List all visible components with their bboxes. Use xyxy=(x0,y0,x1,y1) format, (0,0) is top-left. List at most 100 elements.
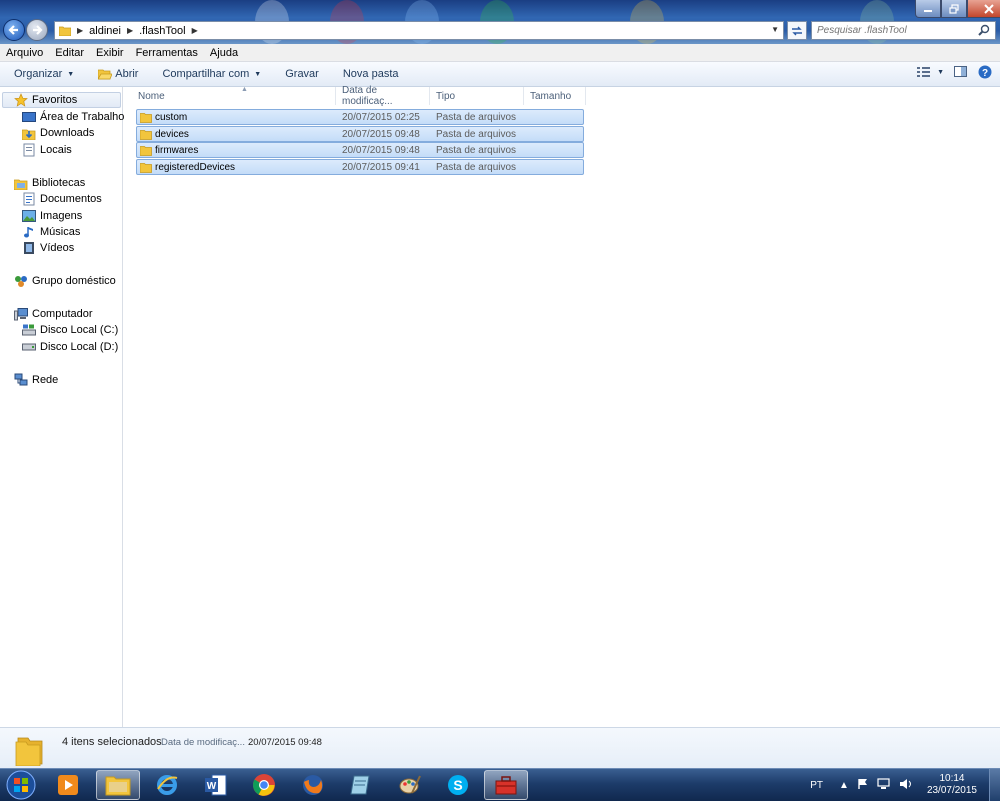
sidebar-item-desktop[interactable]: Área de Trabalho xyxy=(22,110,124,124)
breadcrumb-segment[interactable]: .flashTool xyxy=(139,25,185,37)
table-row[interactable]: firmwares 20/07/2015 09:48 Pasta de arqu… xyxy=(136,142,584,158)
table-row[interactable]: registeredDevices 20/07/2015 09:41 Pasta… xyxy=(136,158,584,176)
action-center-flag-icon[interactable] xyxy=(857,778,869,793)
column-header-date[interactable]: Data de modificaç... xyxy=(336,85,430,107)
column-header-type[interactable]: Tipo xyxy=(430,87,524,105)
language-indicator[interactable]: PT xyxy=(810,780,823,791)
organize-label: Organizar xyxy=(14,68,63,80)
help-icon: ? xyxy=(978,65,992,79)
sort-ascending-icon: ▲ xyxy=(241,86,248,93)
menu-item-arquivo[interactable]: Arquivo xyxy=(0,47,49,59)
burn-button[interactable]: Gravar xyxy=(269,68,327,80)
sidebar-label: Computador xyxy=(32,308,93,320)
breadcrumb-separator-icon[interactable]: ▶ xyxy=(192,26,198,35)
sidebar-item-places[interactable]: Locais xyxy=(22,143,72,157)
sidebar-item-network[interactable]: Rede xyxy=(14,373,58,387)
sidebar-item-disk-c[interactable]: Disco Local (C:) xyxy=(22,323,118,337)
explorer-folder-icon xyxy=(105,776,131,796)
clock[interactable]: 10:14 23/07/2015 xyxy=(927,773,977,797)
share-button[interactable]: Compartilhar com ▼ xyxy=(146,68,269,80)
sidebar-label: Vídeos xyxy=(40,242,75,254)
menu-bar: Arquivo Editar Exibir Ferramentas Ajuda xyxy=(0,44,1000,62)
file-date: 20/07/2015 02:25 xyxy=(342,112,420,123)
sidebar-item-music[interactable]: Músicas xyxy=(22,225,80,239)
start-button[interactable] xyxy=(2,769,40,801)
folder-icon xyxy=(139,162,152,176)
search-icon[interactable] xyxy=(978,24,990,39)
sidebar-item-computer[interactable]: Computador xyxy=(14,307,93,321)
media-player-icon xyxy=(58,775,78,795)
column-header-size[interactable]: Tamanho xyxy=(524,87,586,105)
taskbar-app-paint[interactable] xyxy=(388,770,432,800)
details-date-label: Data de modificaç... xyxy=(161,737,245,748)
preview-pane-button[interactable] xyxy=(954,66,968,78)
taskbar-app-media-player[interactable] xyxy=(46,770,90,800)
svg-text:?: ? xyxy=(982,68,988,79)
sidebar-label: Área de Trabalho xyxy=(40,111,125,123)
internet-explorer-icon xyxy=(157,775,178,795)
taskbar-app-explorer[interactable] xyxy=(96,770,140,800)
file-type: Pasta de arquivos xyxy=(436,112,517,123)
details-date-value: 20/07/2015 09:48 xyxy=(248,737,322,748)
homegroup-icon xyxy=(14,274,28,288)
table-row[interactable]: custom 20/07/2015 02:25 Pasta de arquivo… xyxy=(136,109,584,125)
folder-icon xyxy=(139,145,152,159)
menu-item-ajuda[interactable]: Ajuda xyxy=(204,47,244,59)
sidebar-item-libraries[interactable]: Bibliotecas xyxy=(14,176,85,190)
column-header-label: Data de modificaç... xyxy=(342,85,393,107)
sidebar-item-videos[interactable]: Vídeos xyxy=(22,241,74,255)
organize-button[interactable]: Organizar ▼ xyxy=(0,68,82,80)
sidebar-item-documents[interactable]: Documentos xyxy=(22,192,102,206)
computer-icon xyxy=(14,307,28,321)
breadcrumb-separator-icon[interactable]: ▶ xyxy=(77,26,83,35)
forward-button[interactable] xyxy=(26,19,48,41)
new-folder-label: Nova pasta xyxy=(342,68,399,80)
taskbar-app-ie[interactable] xyxy=(145,770,189,800)
taskbar: W S PT ▲ 10:14 23/07/2015 xyxy=(0,768,1000,801)
change-view-button[interactable]: ▼ xyxy=(917,66,944,78)
word-icon: W xyxy=(205,774,227,796)
maximize-button[interactable] xyxy=(941,0,967,18)
sidebar-label: Disco Local (D:) xyxy=(40,341,119,353)
paint-palette-icon xyxy=(399,775,421,794)
taskbar-app-flashtool[interactable] xyxy=(484,770,528,800)
search-input[interactable] xyxy=(817,25,967,36)
sidebar-item-favorites[interactable]: Favoritos xyxy=(14,93,77,107)
column-header-name[interactable]: ▲ Nome xyxy=(132,86,336,105)
sidebar-label: Grupo doméstico xyxy=(32,275,116,287)
menu-item-editar[interactable]: Editar xyxy=(49,47,90,59)
new-folder-button[interactable]: Nova pasta xyxy=(327,68,407,80)
taskbar-app-skype[interactable]: S xyxy=(436,770,480,800)
taskbar-app-notes[interactable] xyxy=(339,770,383,800)
file-type: Pasta de arquivos xyxy=(436,128,517,140)
taskbar-app-chrome[interactable] xyxy=(242,770,286,800)
table-row[interactable]: devices 20/07/2015 09:48 Pasta de arquiv… xyxy=(136,125,584,142)
volume-icon[interactable] xyxy=(899,778,913,793)
minimize-button[interactable] xyxy=(915,0,941,18)
sidebar-item-downloads[interactable]: Downloads xyxy=(22,126,94,140)
address-bar[interactable]: ▶ aldinei ▶ .flashTool ▶ ▼ xyxy=(54,21,784,40)
hard-drive-icon xyxy=(22,340,36,354)
breadcrumb-segment[interactable]: aldinei xyxy=(89,25,121,37)
back-button[interactable] xyxy=(3,19,25,41)
taskbar-app-firefox[interactable] xyxy=(291,770,335,800)
chevron-up-icon[interactable]: ▲ xyxy=(839,780,849,791)
chevron-down-icon[interactable]: ▼ xyxy=(771,25,779,34)
column-header-label: Tipo xyxy=(436,90,456,102)
taskbar-app-word[interactable]: W xyxy=(194,770,238,800)
breadcrumb-separator-icon[interactable]: ▶ xyxy=(127,26,133,35)
menu-item-exibir[interactable]: Exibir xyxy=(90,47,130,59)
menu-item-ferramentas[interactable]: Ferramentas xyxy=(130,47,204,59)
refresh-button[interactable] xyxy=(787,21,807,40)
sidebar-item-homegroup[interactable]: Grupo doméstico xyxy=(14,274,116,288)
skype-icon: S xyxy=(448,775,468,795)
sidebar-item-images[interactable]: Imagens xyxy=(22,209,82,223)
search-box[interactable] xyxy=(811,21,996,40)
help-button[interactable]: ? xyxy=(978,65,992,79)
network-tray-icon[interactable] xyxy=(877,777,891,793)
sidebar-item-disk-d[interactable]: Disco Local (D:) xyxy=(22,340,118,354)
show-desktop-button[interactable] xyxy=(989,769,1000,801)
file-date: 20/07/2015 09:48 xyxy=(342,145,420,156)
open-button[interactable]: Abrir xyxy=(82,68,146,80)
close-button[interactable] xyxy=(967,0,1000,18)
